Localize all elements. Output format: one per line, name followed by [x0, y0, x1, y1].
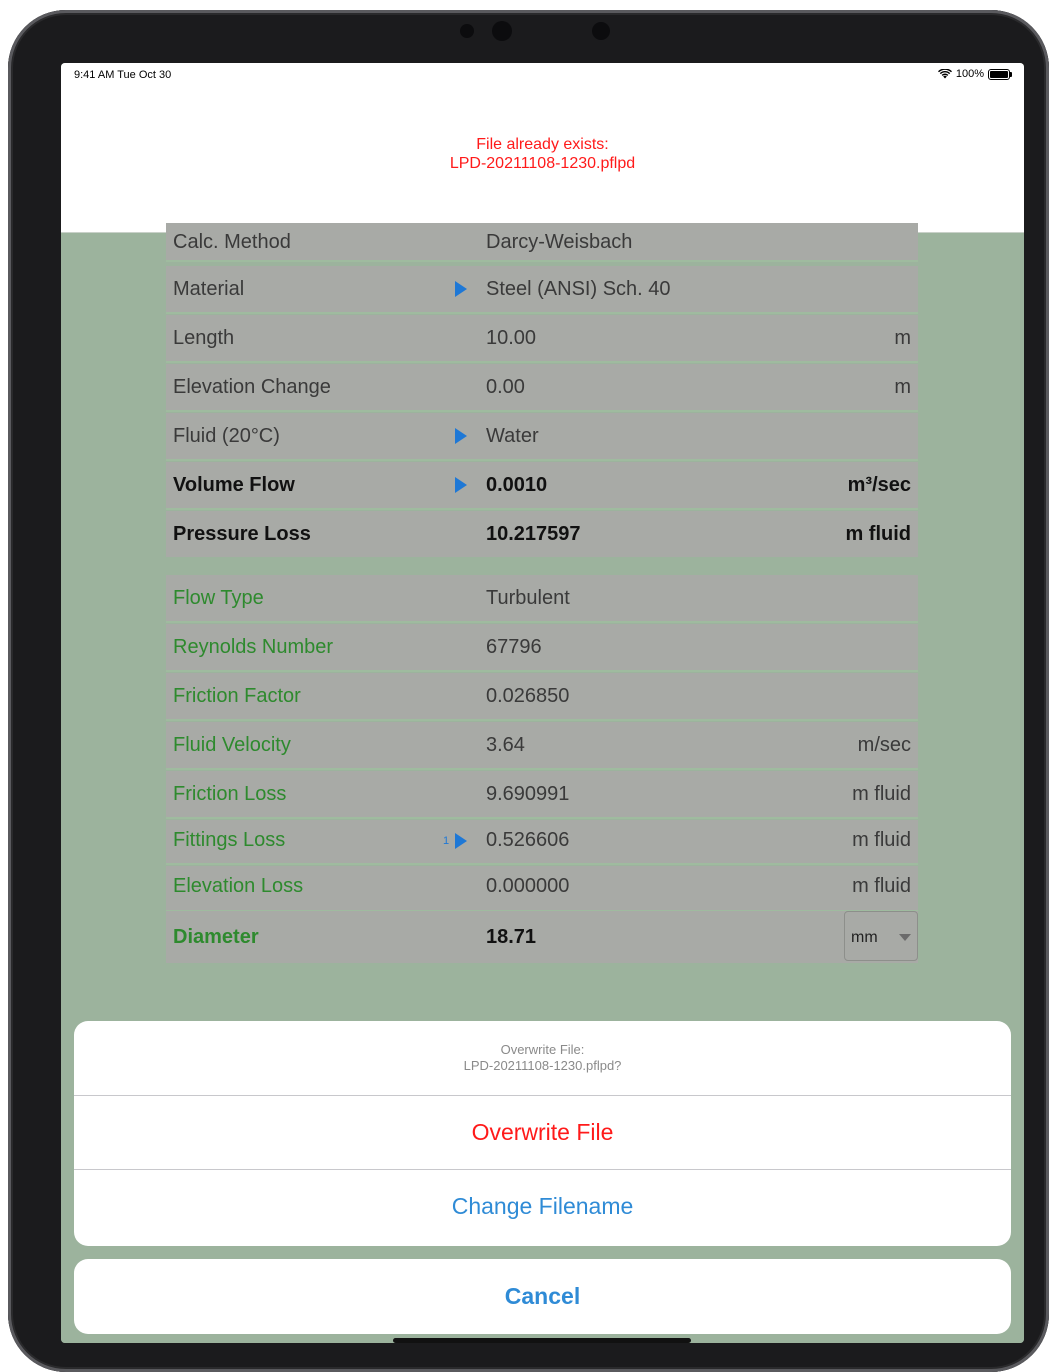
- row-unit: m/sec: [857, 734, 911, 756]
- row-fluid-velocity: Fluid Velocity 3.64 m/sec: [166, 722, 918, 770]
- row-label: Flow Type: [173, 587, 264, 609]
- row-value: 10.217597: [486, 523, 581, 545]
- row-value: 0.026850: [486, 685, 570, 707]
- chevron-down-icon: [899, 934, 911, 941]
- status-indicators: 100%: [937, 68, 1012, 80]
- row-value: 0.000000: [486, 875, 570, 897]
- camera-lens: [492, 21, 512, 41]
- row-pressure-loss[interactable]: Pressure Loss 10.217597 m fluid: [166, 511, 918, 557]
- row-label: Diameter: [173, 926, 259, 948]
- disclosure-arrow-icon[interactable]: [455, 833, 467, 849]
- row-unit: m fluid: [845, 523, 911, 545]
- cancel-button[interactable]: Cancel: [74, 1259, 1011, 1334]
- status-time: 9:41 AM Tue Oct 30: [74, 69, 172, 81]
- app-screen: 9:41 AM Tue Oct 30 100% File already exi…: [61, 63, 1024, 1343]
- sensor-dot: [460, 24, 474, 38]
- row-unit: m: [894, 376, 911, 398]
- row-elevation-change[interactable]: Elevation Change 0.00 m: [166, 364, 918, 412]
- row-unit: m: [894, 327, 911, 349]
- row-friction-factor: Friction Factor 0.026850: [166, 673, 918, 721]
- row-value: 10.00: [486, 327, 537, 349]
- sheet-message-line-1: Overwrite File:: [500, 1042, 585, 1057]
- row-value: Steel (ANSI) Sch. 40: [486, 278, 671, 300]
- row-flow-type: Flow Type Turbulent: [166, 575, 918, 623]
- battery-icon: [988, 68, 1012, 80]
- overwrite-file-button[interactable]: Overwrite File: [74, 1096, 1011, 1169]
- row-friction-loss: Friction Loss 9.690991 m fluid: [166, 771, 918, 819]
- row-value: Darcy-Weisbach: [486, 231, 633, 253]
- row-value: 18.71: [486, 926, 537, 948]
- alert-line-1: File already exists:: [476, 136, 609, 153]
- row-reynolds-number: Reynolds Number 67796: [166, 624, 918, 672]
- row-unit: m fluid: [852, 875, 911, 897]
- ipad-frame: 9:41 AM Tue Oct 30 100% File already exi…: [8, 10, 1049, 1372]
- row-label: Fluid Velocity: [173, 734, 291, 756]
- alert-line-2: LPD-20211108-1230.pflpd: [449, 155, 636, 172]
- row-fluid[interactable]: Fluid (20°C) Water: [166, 413, 918, 461]
- row-label: Friction Factor: [173, 685, 301, 707]
- row-label: Length: [173, 327, 235, 349]
- row-label: Material: [173, 278, 245, 300]
- row-material[interactable]: Material Steel (ANSI) Sch. 40: [166, 266, 918, 314]
- row-label: Elevation Change: [173, 376, 331, 398]
- diameter-unit-select[interactable]: mm: [844, 911, 918, 961]
- unit-select-value: mm: [851, 929, 878, 946]
- row-value: 3.64: [486, 734, 525, 756]
- row-unit: m fluid: [852, 829, 911, 851]
- row-calc-method[interactable]: Calc. Method Darcy-Weisbach: [166, 223, 918, 262]
- disclosure-arrow-icon[interactable]: [455, 477, 467, 493]
- row-elevation-loss: Elevation Loss 0.000000 m fluid: [166, 866, 918, 912]
- sheet-message: Overwrite File: LPD-20211108-1230.pflpd?: [74, 1042, 1011, 1074]
- row-label: Reynolds Number: [173, 636, 334, 658]
- row-label: Fluid (20°C): [173, 425, 280, 447]
- disclosure-arrow-icon[interactable]: [455, 428, 467, 444]
- row-value: 67796: [486, 636, 542, 658]
- file-exists-alert: File already exists: LPD-20211108-1230.p…: [61, 135, 1024, 173]
- row-label: Volume Flow: [173, 474, 295, 496]
- disclosure-arrow-icon[interactable]: [455, 281, 467, 297]
- row-volume-flow[interactable]: Volume Flow 0.0010 m³/sec: [166, 462, 918, 510]
- sheet-message-line-2: LPD-20211108-1230.pflpd?: [463, 1058, 622, 1073]
- change-filename-button[interactable]: Change Filename: [74, 1170, 1011, 1243]
- row-value: Water: [486, 425, 539, 447]
- overwrite-action-sheet: Overwrite File: LPD-20211108-1230.pflpd?…: [74, 1021, 1011, 1246]
- row-value: 0.00: [486, 376, 525, 398]
- row-value: 0.0010: [486, 474, 548, 496]
- wifi-icon: [937, 69, 952, 79]
- row-label: Fittings Loss: [173, 829, 286, 851]
- row-diameter: Diameter 18.71 mm: [166, 911, 918, 963]
- row-unit: m fluid: [852, 783, 911, 805]
- row-label: Elevation Loss: [173, 875, 304, 897]
- row-value: 0.526606: [486, 829, 570, 851]
- battery-percent: 100%: [955, 68, 984, 80]
- row-unit: m³/sec: [847, 474, 911, 496]
- row-fittings-loss[interactable]: Fittings Loss 1 0.526606 m fluid: [166, 820, 918, 865]
- home-indicator: [393, 1338, 691, 1343]
- row-label: Calc. Method: [173, 231, 291, 253]
- fittings-count-badge: 1: [443, 835, 450, 847]
- row-label: Pressure Loss: [173, 523, 311, 545]
- sensor-dot: [592, 22, 610, 40]
- header: 9:41 AM Tue Oct 30 100% File already exi…: [61, 63, 1024, 233]
- row-label: Friction Loss: [173, 783, 287, 805]
- row-length[interactable]: Length 10.00 m: [166, 315, 918, 363]
- row-value: Turbulent: [486, 587, 570, 609]
- row-value: 9.690991: [486, 783, 570, 805]
